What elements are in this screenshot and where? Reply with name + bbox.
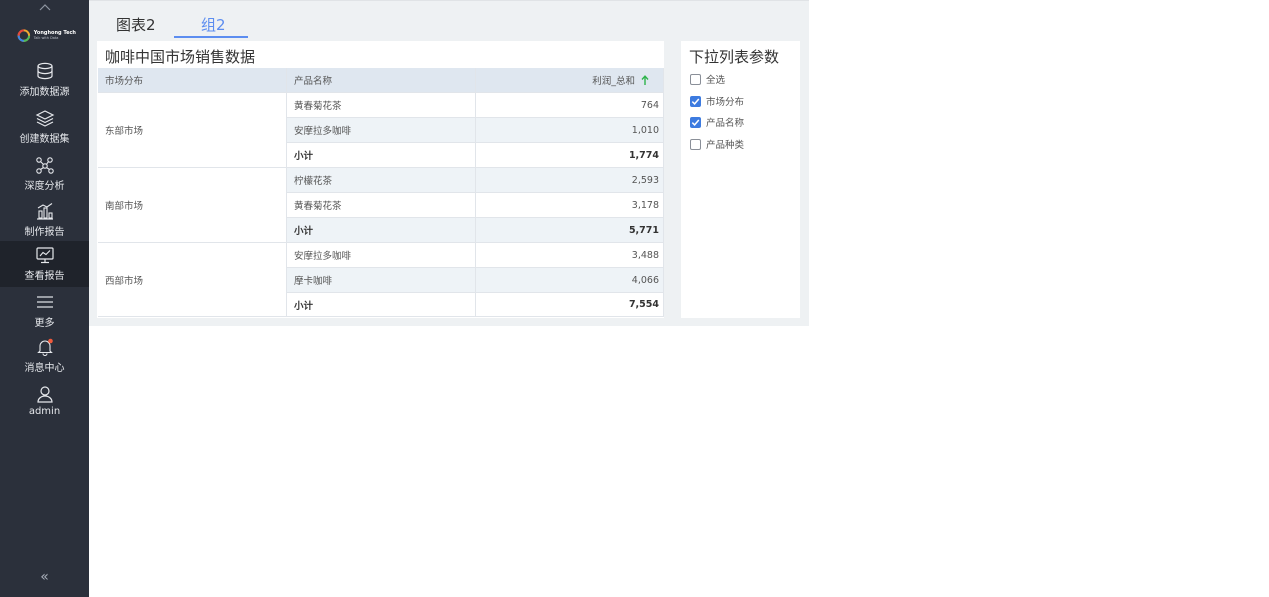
collapse-up-icon[interactable] xyxy=(0,0,89,14)
value-cell: 1,010 xyxy=(476,118,664,143)
crosstab-table: 市场分布 产品名称 利润_总和 东部市场 黄春菊花茶 764 安摩拉多咖啡 1,… xyxy=(98,68,664,317)
app-root: Yonghong Tech Talk with Data 添加数据源 创建数据集 xyxy=(0,0,1269,597)
option-select-all[interactable]: 全选 xyxy=(690,72,725,86)
value-cell: 764 xyxy=(476,93,664,118)
option-label: 产品名称 xyxy=(706,118,745,129)
active-tab-indicator xyxy=(174,36,248,38)
checkbox-checked[interactable] xyxy=(690,116,701,128)
option-product-name[interactable]: 产品名称 xyxy=(690,115,744,129)
subtotal-label: 小计 xyxy=(287,293,476,317)
monitor-chart-icon xyxy=(35,247,54,264)
collapse-sidebar-button[interactable]: « xyxy=(0,569,89,585)
column-header-market[interactable]: 市场分布 xyxy=(98,68,287,93)
logo: Yonghong Tech Talk with Data xyxy=(16,22,76,48)
sidebar-item-label: 更多 xyxy=(34,318,55,329)
column-header-profit[interactable]: 利润_总和 xyxy=(476,68,664,93)
filter-title: 下拉列表参数 xyxy=(689,48,780,66)
layers-icon xyxy=(35,110,54,127)
sidebar-item-label: 创建数据集 xyxy=(19,134,70,145)
check-icon xyxy=(691,119,700,126)
sidebar-item-more[interactable]: 更多 xyxy=(0,288,89,334)
sidebar-item-label: 深度分析 xyxy=(24,181,65,192)
sidebar-item-label: 消息中心 xyxy=(24,363,65,374)
product-cell: 柠檬花茶 xyxy=(287,168,476,193)
checkbox-checked[interactable] xyxy=(690,95,701,107)
option-product-type[interactable]: 产品种类 xyxy=(690,137,744,151)
product-cell: 黄春菊花茶 xyxy=(287,93,476,118)
database-icon xyxy=(36,62,53,80)
option-label: 市场分布 xyxy=(706,97,745,108)
sidebar-item-label: 制作报告 xyxy=(24,227,65,238)
bell-icon xyxy=(36,338,53,356)
menu-icon xyxy=(36,296,53,308)
value-cell: 2,593 xyxy=(476,168,664,193)
market-cell: 西部市场 xyxy=(98,243,287,317)
subtotal-value: 1,774 xyxy=(476,143,664,168)
sidebar-item-admin[interactable]: admin xyxy=(0,378,89,424)
subtotal-value: 5,771 xyxy=(476,218,664,243)
sidebar-item-label: admin xyxy=(28,406,61,417)
option-label: 全选 xyxy=(706,75,726,86)
product-cell: 摩卡咖啡 xyxy=(287,268,476,293)
sidebar-item-label: 添加数据源 xyxy=(19,87,70,98)
notification-dot xyxy=(47,338,53,344)
value-cell: 4,066 xyxy=(476,268,664,293)
sidebar-item-view-report[interactable]: 查看报告 xyxy=(0,241,89,287)
option-market[interactable]: 市场分布 xyxy=(690,94,744,108)
crosstab-panel: 咖啡中国市场销售数据 市场分布 产品名称 利润_总和 东部市场 黄春菊花茶 76… xyxy=(97,41,664,318)
column-header-profit-label: 利润_总和 xyxy=(592,76,635,87)
bar-chart-icon xyxy=(36,203,53,220)
logo-mark-icon xyxy=(17,29,31,42)
sidebar-item-message-center[interactable]: 消息中心 xyxy=(0,333,89,379)
sidebar-item-label: 查看报告 xyxy=(24,271,65,282)
sidebar-item-deep-analysis[interactable]: 深度分析 xyxy=(0,151,89,197)
dropdown-param-panel: 下拉列表参数 全选 市场分布 产品名称 产品种类 xyxy=(681,41,800,318)
column-header-product[interactable]: 产品名称 xyxy=(287,68,476,93)
option-label: 产品种类 xyxy=(706,140,745,151)
product-cell: 黄春菊花茶 xyxy=(287,193,476,218)
value-cell: 3,178 xyxy=(476,193,664,218)
table-title: 咖啡中国市场销售数据 xyxy=(105,48,256,66)
market-cell: 东部市场 xyxy=(98,93,287,168)
tab-group2[interactable]: 组2 xyxy=(201,14,226,35)
product-cell: 安摩拉多咖啡 xyxy=(287,243,476,268)
value-cell: 3,488 xyxy=(476,243,664,268)
network-icon xyxy=(35,157,54,174)
subtotal-label: 小计 xyxy=(287,218,476,243)
product-cell: 安摩拉多咖啡 xyxy=(287,118,476,143)
sidebar-item-make-report[interactable]: 制作报告 xyxy=(0,197,89,243)
market-cell: 南部市场 xyxy=(98,168,287,243)
tab-bar: 图表2 组2 xyxy=(89,1,809,39)
checkbox[interactable] xyxy=(690,73,701,85)
check-icon xyxy=(691,98,700,105)
tab-chart2[interactable]: 图表2 xyxy=(116,14,156,35)
checkbox[interactable] xyxy=(690,138,701,150)
double-chevron-left-icon: « xyxy=(40,569,49,585)
sidebar-item-add-datasource[interactable]: 添加数据源 xyxy=(0,57,89,103)
sidebar: Yonghong Tech Talk with Data 添加数据源 创建数据集 xyxy=(0,0,89,597)
subtotal-value: 7,554 xyxy=(476,293,664,317)
report-canvas: 图表2 组2 咖啡中国市场销售数据 市场分布 产品名称 利润_总和 东部市场 黄… xyxy=(89,0,809,326)
sidebar-item-create-dataset[interactable]: 创建数据集 xyxy=(0,104,89,150)
sort-ascending-icon[interactable] xyxy=(641,74,649,86)
subtotal-label: 小计 xyxy=(287,143,476,168)
logo-tagline: Talk with Data xyxy=(33,36,59,40)
user-icon xyxy=(36,386,53,403)
